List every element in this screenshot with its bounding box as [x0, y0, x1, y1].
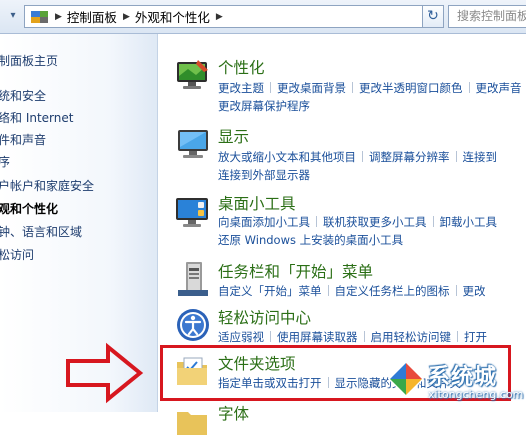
category-links: 适应弱视 使用屏幕读取器 启用轻松访问键 打开 — [218, 329, 487, 345]
category-title[interactable]: 轻松访问中心 — [218, 306, 311, 328]
category-title[interactable]: 显示 — [218, 125, 249, 147]
chevron-right-icon[interactable]: ▶ — [216, 12, 223, 22]
link-divider — [432, 216, 434, 227]
category-title[interactable]: 字体 — [218, 402, 249, 424]
watermark-logo-icon — [388, 361, 424, 397]
link-divider — [363, 331, 365, 342]
link-divider — [455, 285, 457, 296]
category-links: 自定义「开始」菜单 自定义任务栏上的图标 更改 — [218, 283, 486, 299]
sidebar-item-hardware-sound[interactable]: 件和声音 — [0, 131, 46, 148]
category-links: 连接到外部显示器 — [218, 167, 310, 183]
watermark-url: xitongcheng.com — [428, 388, 524, 401]
recent-pages-dropdown-icon[interactable]: ▾ — [4, 6, 22, 26]
display-icon — [178, 130, 208, 158]
sidebar-item-clock-language[interactable]: 钟、语言和区域 — [0, 223, 82, 240]
sidebar-item-home[interactable]: 制面板主页 — [0, 52, 58, 69]
sidebar-item-ease-of-access[interactable]: 松访问 — [0, 246, 34, 263]
personalization-icon — [177, 60, 208, 89]
address-bar[interactable]: ▶ 控制面板 ▶ 外观和个性化 ▶ ▼ — [24, 5, 442, 28]
link-restore-gadgets[interactable]: 还原 Windows 上安装的桌面小工具 — [218, 233, 403, 247]
link-customize-taskbar-icons[interactable]: 自定义任务栏上的图标 — [335, 284, 450, 298]
link-divider — [316, 216, 317, 227]
sidebar-item-user-accounts[interactable]: 户帐户和家庭安全 — [0, 177, 94, 194]
gadgets-icon — [176, 198, 208, 227]
breadcrumb-appearance[interactable]: 外观和个性化 — [135, 7, 210, 26]
link-customize-start-menu[interactable]: 自定义「开始」菜单 — [218, 284, 322, 298]
control-panel-icon — [31, 10, 49, 24]
link-divider — [468, 82, 470, 93]
link-connect-projector[interactable]: 连接到 — [463, 150, 498, 164]
taskbar-icon — [178, 262, 208, 296]
link-divider — [352, 82, 353, 93]
link-divider — [455, 151, 457, 162]
link-resolution[interactable]: 调整屏幕分辨率 — [369, 150, 450, 164]
category-title[interactable]: 桌面小工具 — [218, 192, 296, 214]
link-uninstall-gadget[interactable]: 卸载小工具 — [440, 215, 498, 229]
chevron-right-icon[interactable]: ▶ — [55, 12, 62, 22]
watermark: 系统城 xitongcheng.com — [384, 355, 526, 412]
link-window-color[interactable]: 更改半透明窗口颜色 — [359, 81, 463, 95]
breadcrumb-control-panel[interactable]: 控制面板 — [67, 7, 117, 26]
sidebar-item-programs[interactable]: 序 — [0, 153, 10, 170]
category-title[interactable]: 任务栏和「开始」菜单 — [218, 260, 373, 282]
category-links: 更改屏幕保护程序 — [218, 98, 310, 114]
link-low-vision[interactable]: 适应弱视 — [218, 330, 264, 344]
sidebar-item-network-internet[interactable]: 络和 Internet — [0, 109, 73, 126]
link-divider — [457, 331, 458, 342]
link-divider — [362, 151, 363, 162]
link-add-gadgets[interactable]: 向桌面添加小工具 — [218, 215, 310, 229]
link-desktop-background[interactable]: 更改桌面背景 — [277, 81, 346, 95]
link-ease-keys[interactable]: 启用轻松访问键 — [371, 330, 452, 344]
chevron-right-icon[interactable]: ▶ — [123, 12, 130, 22]
sidebar-item-system-security[interactable]: 统和安全 — [0, 87, 46, 104]
link-divider — [327, 285, 329, 296]
category-links: 向桌面添加小工具 联机获取更多小工具 卸载小工具 — [218, 214, 497, 230]
refresh-icon: ↻ — [427, 8, 439, 24]
link-turn-on[interactable]: 打开 — [464, 330, 487, 344]
category-links: 放大或缩小文本和其他项目 调整屏幕分辨率 连接到 — [218, 149, 497, 165]
search-placeholder: 搜索控制面板 — [457, 9, 526, 23]
link-change-sounds[interactable]: 更改声音 — [476, 81, 522, 95]
search-input[interactable]: 搜索控制面板 — [448, 5, 526, 28]
link-zoom-text[interactable]: 放大或缩小文本和其他项目 — [218, 150, 356, 164]
ease-of-access-icon — [177, 309, 209, 341]
link-external-display[interactable]: 连接到外部显示器 — [218, 168, 310, 182]
category-links: 更改主题 更改桌面背景 更改半透明窗口颜色 更改声音 — [218, 80, 522, 96]
sidebar-item-appearance[interactable]: 观和个性化 — [0, 200, 58, 217]
refresh-button[interactable]: ↻ — [422, 5, 444, 28]
address-toolbar: ▾ ▶ 控制面板 ▶ 外观和个性化 ▶ ▼ ↻ 搜索控制面板 — [0, 0, 526, 34]
watermark-text: 系统城 — [428, 365, 498, 390]
link-divider — [270, 331, 271, 342]
link-get-more-gadgets[interactable]: 联机获取更多小工具 — [323, 215, 427, 229]
fonts-icon — [177, 412, 207, 435]
category-links: 还原 Windows 上安装的桌面小工具 — [218, 232, 403, 248]
arrow-right-icon — [66, 342, 144, 404]
link-screen-reader[interactable]: 使用屏幕读取器 — [277, 330, 358, 344]
link-change[interactable]: 更改 — [463, 284, 486, 298]
link-change-theme[interactable]: 更改主题 — [218, 81, 264, 95]
link-divider — [270, 82, 271, 93]
link-screensaver[interactable]: 更改屏幕保护程序 — [218, 99, 310, 113]
category-title[interactable]: 个性化 — [218, 56, 265, 78]
